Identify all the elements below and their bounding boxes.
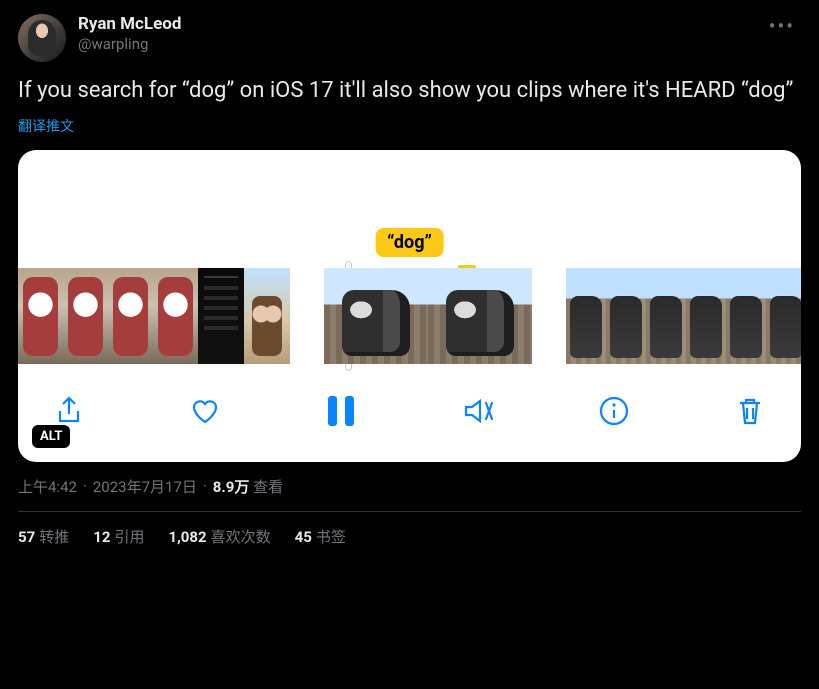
media-card[interactable]: “dog” (18, 150, 801, 462)
author-block: Ryan McLeod @warpling (78, 14, 181, 53)
thumbnail (606, 268, 646, 364)
handle[interactable]: @warpling (78, 35, 181, 53)
views-count: 8.9万 (213, 478, 250, 496)
clip-group-3[interactable] (566, 268, 801, 364)
thumbnail (153, 268, 198, 364)
bookmarks-stat[interactable]: 45书签 (295, 526, 346, 547)
views-label: 查看 (249, 478, 283, 496)
clip-group-1[interactable] (18, 268, 290, 364)
display-name[interactable]: Ryan McLeod (78, 14, 181, 34)
clip-group-2[interactable] (324, 268, 532, 364)
caption-tag: “dog” (375, 228, 444, 257)
thumbnail (566, 268, 606, 364)
thumbnail (646, 268, 686, 364)
media-toolbar (18, 364, 801, 462)
alt-badge[interactable]: ALT (32, 425, 70, 448)
date[interactable]: 2023年7月17日 (93, 476, 197, 497)
thumbnail (198, 268, 244, 364)
pause-icon[interactable] (320, 390, 362, 432)
quotes-stat[interactable]: 12引用 (93, 526, 144, 547)
info-icon[interactable] (593, 390, 635, 432)
thumbnail (726, 268, 766, 364)
tweet-header: Ryan McLeod @warpling ••• (18, 14, 801, 62)
tweet-meta: 上午4:42 · 2023年7月17日 · 8.9万 查看 (18, 476, 801, 512)
separator: · (83, 477, 87, 495)
clip-gap (290, 268, 324, 364)
mute-icon[interactable] (457, 390, 499, 432)
thumbnail (324, 268, 428, 364)
thumbnail (108, 268, 153, 364)
thumbnail (686, 268, 726, 364)
thumbnail (428, 268, 532, 364)
clip-gap (532, 268, 566, 364)
thumbnail (766, 268, 801, 364)
thumbnail (63, 268, 108, 364)
timeline-strip[interactable] (18, 268, 801, 364)
stats-row: 57转推 12引用 1,082喜欢次数 45书签 (18, 526, 801, 547)
retweets-stat[interactable]: 57转推 (18, 526, 69, 547)
likes-stat[interactable]: 1,082喜欢次数 (168, 526, 270, 547)
time[interactable]: 上午4:42 (18, 476, 77, 497)
separator: · (203, 477, 207, 495)
media-top: “dog” (18, 150, 801, 268)
thumbnail (244, 268, 290, 364)
translate-link[interactable]: 翻译推文 (18, 116, 801, 136)
tweet-text: If you search for “dog” on iOS 17 it'll … (18, 76, 801, 106)
trash-icon[interactable] (729, 390, 771, 432)
more-icon[interactable]: ••• (763, 14, 801, 38)
heart-icon[interactable] (184, 390, 226, 432)
thumbnail (18, 268, 63, 364)
avatar[interactable] (18, 14, 66, 62)
